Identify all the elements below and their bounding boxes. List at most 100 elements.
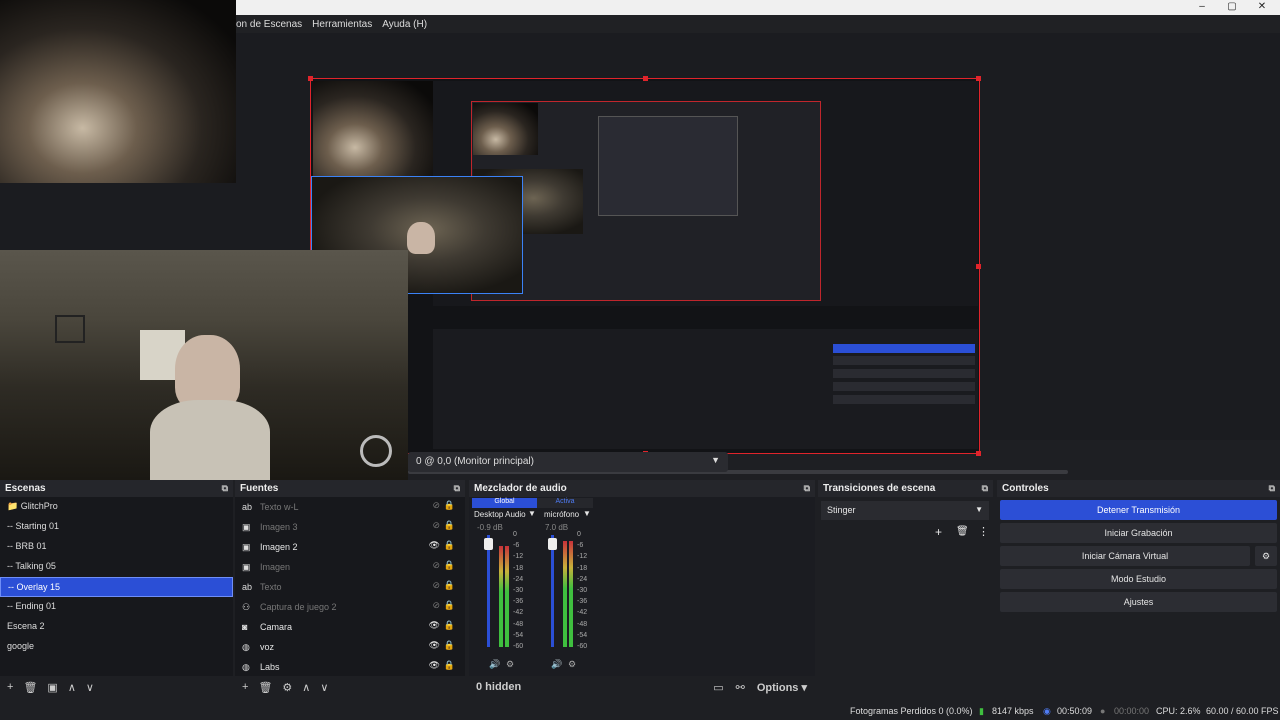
lock-icon[interactable]: 🔒 <box>444 560 455 571</box>
filter-icon[interactable]: ▣ <box>47 681 57 694</box>
signal-icon: ▮ <box>979 706 984 716</box>
trash-icon[interactable]: 🗑 <box>956 526 969 537</box>
mixer-options-button[interactable]: Options ▾ <box>757 681 807 694</box>
chevron-down-icon[interactable]: ▼ <box>528 509 536 518</box>
preview-area[interactable] <box>0 0 1280 480</box>
menu-scene-collection[interactable]: on de Escenas <box>236 19 302 30</box>
bitrate: 8147 kbps <box>992 706 1034 716</box>
move-up-icon[interactable]: ∧ <box>302 681 310 694</box>
menu-help[interactable]: Ayuda (H) <box>382 19 427 30</box>
eye-hidden-icon[interactable]: ⊘ <box>432 580 440 591</box>
close-button[interactable]: ✕ <box>1247 0 1277 15</box>
scene-item[interactable]: Escena 2 <box>0 617 233 637</box>
mixer-tab-global[interactable]: Global <box>472 498 537 508</box>
maximize-button[interactable]: ▢ <box>1217 0 1247 15</box>
volume-slider-knob[interactable] <box>548 538 557 550</box>
volume-slider-track[interactable] <box>487 535 490 647</box>
volume-slider-knob[interactable] <box>484 538 493 550</box>
channel-name[interactable]: Desktop Audio <box>474 510 526 519</box>
remove-scene-icon[interactable]: 🗑 <box>23 681 37 694</box>
lock-icon[interactable]: 🔒 <box>444 660 455 671</box>
lock-icon[interactable]: 🔒 <box>444 520 455 531</box>
hidden-count[interactable]: 0 hidden <box>476 681 521 693</box>
settings-button[interactable]: Ajustes <box>1000 592 1277 612</box>
scene-item[interactable]: -- Talking 05 <box>0 557 233 577</box>
more-options-icon[interactable]: ⋮ <box>978 525 989 538</box>
source-item[interactable]: ▣ Imagen 2 👁 🔒 <box>235 537 465 557</box>
layout-icon[interactable]: ▭ <box>713 681 723 694</box>
lock-icon[interactable]: 🔒 <box>444 620 455 631</box>
dock-popout-icon[interactable]: ⧉ <box>222 483 228 494</box>
source-item[interactable]: ⚇ Captura de juego 2 ⊘ 🔒 <box>235 597 465 617</box>
start-virtual-camera-button[interactable]: Iniciar Cámara Virtual <box>1000 546 1250 566</box>
record-time: 00:00:00 <box>1114 706 1150 716</box>
folder-icon: 📁 <box>7 501 21 511</box>
volume-icon[interactable]: 🔊 <box>551 659 562 670</box>
meter-scale-label: -36 <box>577 598 588 606</box>
scene-item[interactable]: -- BRB 01 <box>0 537 233 557</box>
add-scene-icon[interactable]: + <box>7 681 13 693</box>
source-label: Texto <box>260 582 282 592</box>
monitor-select[interactable]: 0 @ 0,0 (Monitor principal) ▼ <box>408 452 728 472</box>
transition-select[interactable]: Stinger ▼ <box>821 501 989 520</box>
scene-item[interactable]: 📁 GlitchPro <box>0 497 233 517</box>
gear-icon[interactable]: ⚙ <box>1255 546 1277 566</box>
eye-icon[interactable]: 👁 <box>429 660 440 671</box>
source-item[interactable]: ◍ voz 👁 🔒 <box>235 637 465 657</box>
gear-icon[interactable]: ⚙ <box>282 681 292 694</box>
menu-tools[interactable]: Herramientas <box>312 19 372 30</box>
source-item[interactable]: ab Texto ⊘ 🔒 <box>235 577 465 597</box>
source-item[interactable]: ab Texto w-L ⊘ 🔒 <box>235 497 465 517</box>
move-up-icon[interactable]: ∧ <box>68 681 76 694</box>
eye-icon[interactable]: 👁 <box>429 640 440 651</box>
eye-hidden-icon[interactable]: ⊘ <box>432 600 440 611</box>
chevron-down-icon[interactable]: ▼ <box>583 509 591 518</box>
dock-popout-icon[interactable]: ⧉ <box>454 483 460 494</box>
stop-stream-button[interactable]: Detener Transmisión <box>1000 500 1277 520</box>
scene-item[interactable]: -- Starting 01 <box>0 517 233 537</box>
studio-mode-button[interactable]: Modo Estudio <box>1000 569 1277 589</box>
image-icon: ▣ <box>242 561 251 572</box>
add-source-icon[interactable]: + <box>242 681 248 693</box>
source-item[interactable]: ◙ Camara 👁 🔒 <box>235 617 465 637</box>
eye-icon[interactable]: 👁 <box>429 620 440 631</box>
channel-name[interactable]: micrófono <box>544 510 579 519</box>
dock-popout-icon[interactable]: ⧉ <box>804 483 810 494</box>
add-transition-icon[interactable]: + <box>935 525 942 539</box>
scene-item[interactable]: -- Overlay 15 <box>0 577 233 597</box>
eye-hidden-icon[interactable]: ⊘ <box>432 500 440 511</box>
volume-icon[interactable]: 🔊 <box>489 659 500 670</box>
dock-popout-icon[interactable]: ⧉ <box>1269 483 1275 494</box>
lock-icon[interactable]: 🔒 <box>444 500 455 511</box>
mixer-tab-active[interactable]: Activa <box>537 498 593 508</box>
scene-label: -- Overlay 15 <box>8 582 61 592</box>
source-label: Imagen <box>260 562 291 572</box>
minimize-button[interactable]: – <box>1187 0 1217 15</box>
scene-item[interactable]: -- Ending 01 <box>0 597 233 617</box>
source-item[interactable]: ◍ Labs 👁 🔒 <box>235 657 465 677</box>
meter-scale-label: 0 <box>577 531 581 538</box>
gear-icon[interactable]: ⚙ <box>506 659 514 670</box>
start-record-button[interactable]: Iniciar Grabación <box>1000 523 1277 543</box>
eye-icon[interactable]: 👁 <box>429 540 440 551</box>
lock-icon[interactable]: 🔒 <box>444 540 455 551</box>
lock-icon[interactable]: 🔒 <box>444 640 455 651</box>
dock-popout-icon[interactable]: ⧉ <box>982 483 988 494</box>
link-icon[interactable]: ⚯ <box>736 681 745 694</box>
move-down-icon[interactable]: ∨ <box>86 681 94 694</box>
eye-hidden-icon[interactable]: ⊘ <box>432 560 440 571</box>
lock-icon[interactable]: 🔒 <box>444 580 455 591</box>
controls-title: Controles <box>1002 483 1049 494</box>
source-item[interactable]: ▣ Imagen ⊘ 🔒 <box>235 557 465 577</box>
move-down-icon[interactable]: ∨ <box>320 681 328 694</box>
gear-icon[interactable]: ⚙ <box>568 659 576 670</box>
scene-item[interactable]: google <box>0 637 233 657</box>
scene-label: Escena 2 <box>7 621 45 631</box>
eye-hidden-icon[interactable]: ⊘ <box>432 520 440 531</box>
nested-obs-docks <box>433 329 978 449</box>
volume-slider-track[interactable] <box>551 535 554 647</box>
lock-icon[interactable]: 🔒 <box>444 600 455 611</box>
mixer-title: Mezclador de audio <box>474 483 567 494</box>
source-item[interactable]: ▣ Imagen 3 ⊘ 🔒 <box>235 517 465 537</box>
remove-source-icon[interactable]: 🗑 <box>258 681 272 694</box>
